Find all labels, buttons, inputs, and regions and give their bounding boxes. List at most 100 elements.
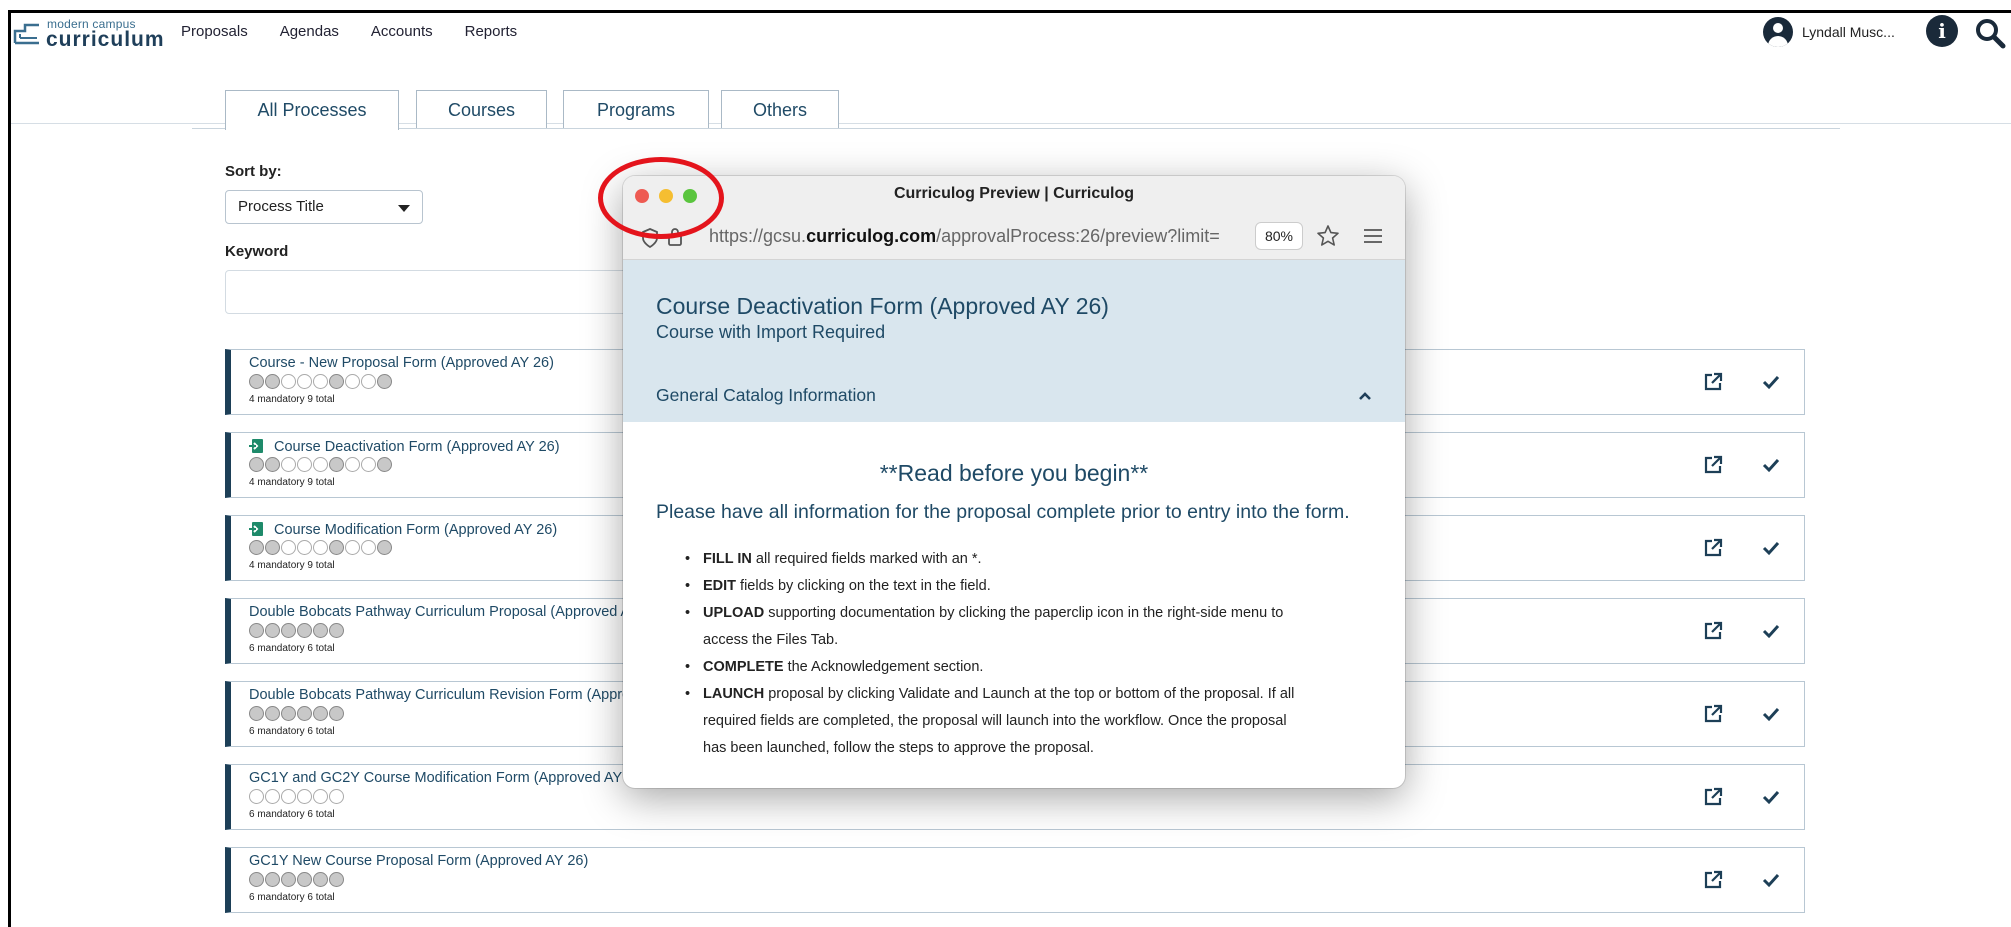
instruction-keyword: EDIT	[703, 578, 737, 594]
sort-select[interactable]: Process Title	[225, 190, 423, 224]
process-title-text: Course - New Proposal Form (Approved AY …	[249, 355, 554, 371]
optional-step-circle	[297, 540, 312, 555]
instruction-item: LAUNCH proposal by clicking Validate and…	[683, 681, 1303, 762]
mandatory-step-circle	[329, 872, 344, 887]
user-name: Lyndall Musc...	[1802, 24, 1895, 40]
mandatory-step-circle	[249, 457, 264, 472]
nav-links: Proposals Agendas Accounts Reports	[181, 23, 517, 40]
checkmark-icon[interactable]	[1761, 372, 1781, 392]
step-indicators	[249, 872, 344, 887]
process-title[interactable]: GC1Y and GC2Y Course Modification Form (…	[249, 770, 634, 786]
tab-others[interactable]: Others	[721, 90, 839, 128]
optional-step-circle	[329, 789, 344, 804]
window-titlebar: Curriculog Preview | Curriculog https://…	[623, 176, 1405, 260]
sort-label: Sort by:	[225, 163, 282, 180]
external-link-icon[interactable]	[1703, 704, 1723, 724]
tab-all-processes[interactable]: All Processes	[225, 90, 399, 130]
optional-step-circle	[281, 457, 296, 472]
process-title[interactable]: Course Modification Form (Approved AY 26…	[249, 521, 557, 538]
process-row[interactable]: GC1Y New Course Proposal Form (Approved …	[225, 847, 1805, 913]
mandatory-step-circle	[329, 706, 344, 721]
logo-big-text: curriculum	[46, 28, 165, 51]
chevron-up-icon[interactable]	[1358, 391, 1372, 401]
logo-mark-icon	[13, 23, 39, 45]
external-link-icon[interactable]	[1703, 787, 1723, 807]
external-link-icon[interactable]	[1703, 621, 1723, 641]
optional-step-circle	[313, 789, 328, 804]
instruction-text: proposal by clicking Validate and Launch…	[703, 686, 1295, 756]
process-title[interactable]: Course - New Proposal Form (Approved AY …	[249, 355, 554, 371]
info-icon[interactable]: i	[1926, 15, 1958, 47]
step-indicators	[249, 706, 344, 721]
mandatory-step-circle	[265, 457, 280, 472]
instruction-keyword: LAUNCH	[703, 686, 765, 702]
instructions-lead: Please have all information for the prop…	[656, 501, 1350, 523]
step-indicators	[249, 374, 392, 389]
checkmark-icon[interactable]	[1761, 621, 1781, 641]
preview-window: Curriculog Preview | Curriculog https://…	[623, 176, 1405, 788]
external-link-icon[interactable]	[1703, 538, 1723, 558]
nav-agendas[interactable]: Agendas	[280, 23, 339, 40]
mandatory-step-circle	[265, 540, 280, 555]
process-title-text: GC1Y and GC2Y Course Modification Form (…	[249, 770, 634, 786]
optional-step-circle	[345, 374, 360, 389]
optional-step-circle	[297, 457, 312, 472]
address-bar[interactable]: https://gcsu.curriculog.com/approvalProc…	[709, 226, 1220, 247]
url-domain: curriculog.com	[806, 226, 937, 246]
external-link-icon[interactable]	[1703, 870, 1723, 890]
mandatory-step-circle	[249, 872, 264, 887]
external-link-icon[interactable]	[1703, 372, 1723, 392]
caret-down-icon	[398, 205, 410, 212]
nav-reports[interactable]: Reports	[465, 23, 518, 40]
user-menu[interactable]: Lyndall Musc...	[1763, 17, 1895, 47]
process-title-text: Course Modification Form (Approved AY 26…	[274, 522, 558, 538]
optional-step-circle	[265, 789, 280, 804]
read-before-heading: **Read before you begin**	[879, 460, 1149, 486]
checkmark-icon[interactable]	[1761, 538, 1781, 558]
process-title-text: Course Deactivation Form (Approved AY 26…	[274, 439, 560, 455]
checkmark-icon[interactable]	[1761, 455, 1781, 475]
star-icon[interactable]	[1316, 224, 1340, 248]
mandatory-step-circle	[329, 457, 344, 472]
process-step-count: 4 mandatory 9 total	[249, 560, 335, 571]
instruction-text: all required fields marked with an *.	[751, 551, 982, 567]
optional-step-circle	[345, 457, 360, 472]
form-subtitle: Course with Import Required	[656, 322, 886, 342]
mandatory-step-circle	[281, 872, 296, 887]
mandatory-step-circle	[265, 706, 280, 721]
logo[interactable]: modern campus curriculum	[13, 17, 178, 51]
mandatory-step-circle	[377, 540, 392, 555]
process-title[interactable]: Course Deactivation Form (Approved AY 26…	[249, 438, 560, 455]
optional-step-circle	[361, 374, 376, 389]
tab-courses[interactable]: Courses	[416, 90, 547, 128]
mandatory-step-circle	[313, 872, 328, 887]
section-label: General Catalog Information	[656, 385, 876, 405]
frame-left-border	[8, 10, 11, 927]
optional-step-circle	[313, 457, 328, 472]
search-icon[interactable]	[1971, 17, 2011, 49]
zoom-indicator[interactable]: 80%	[1255, 222, 1303, 250]
process-title[interactable]: Double Bobcats Pathway Curriculum Revisi…	[249, 687, 630, 703]
step-indicators	[249, 789, 344, 804]
mandatory-step-circle	[377, 457, 392, 472]
process-title[interactable]: GC1Y New Course Proposal Form (Approved …	[249, 853, 588, 869]
keyword-input[interactable]	[225, 270, 645, 314]
nav-accounts[interactable]: Accounts	[371, 23, 433, 40]
nav-proposals[interactable]: Proposals	[181, 23, 248, 40]
hamburger-menu-icon[interactable]	[1364, 229, 1382, 243]
checkmark-icon[interactable]	[1761, 704, 1781, 724]
mandatory-step-circle	[281, 623, 296, 638]
checkmark-icon[interactable]	[1761, 870, 1781, 890]
form-title: Course Deactivation Form (Approved AY 26…	[656, 293, 1109, 319]
process-title[interactable]: Double Bobcats Pathway Curriculum Propos…	[249, 604, 630, 620]
mandatory-step-circle	[329, 540, 344, 555]
user-avatar-icon	[1763, 17, 1793, 47]
mandatory-step-circle	[313, 706, 328, 721]
external-link-icon[interactable]	[1703, 455, 1723, 475]
section-general-catalog[interactable]: General Catalog Information	[623, 348, 1405, 422]
step-indicators	[249, 540, 392, 555]
instruction-text: supporting documentation by clicking the…	[703, 605, 1284, 648]
checkmark-icon[interactable]	[1761, 787, 1781, 807]
instruction-keyword: FILL IN	[703, 551, 752, 567]
tab-programs[interactable]: Programs	[563, 90, 709, 128]
